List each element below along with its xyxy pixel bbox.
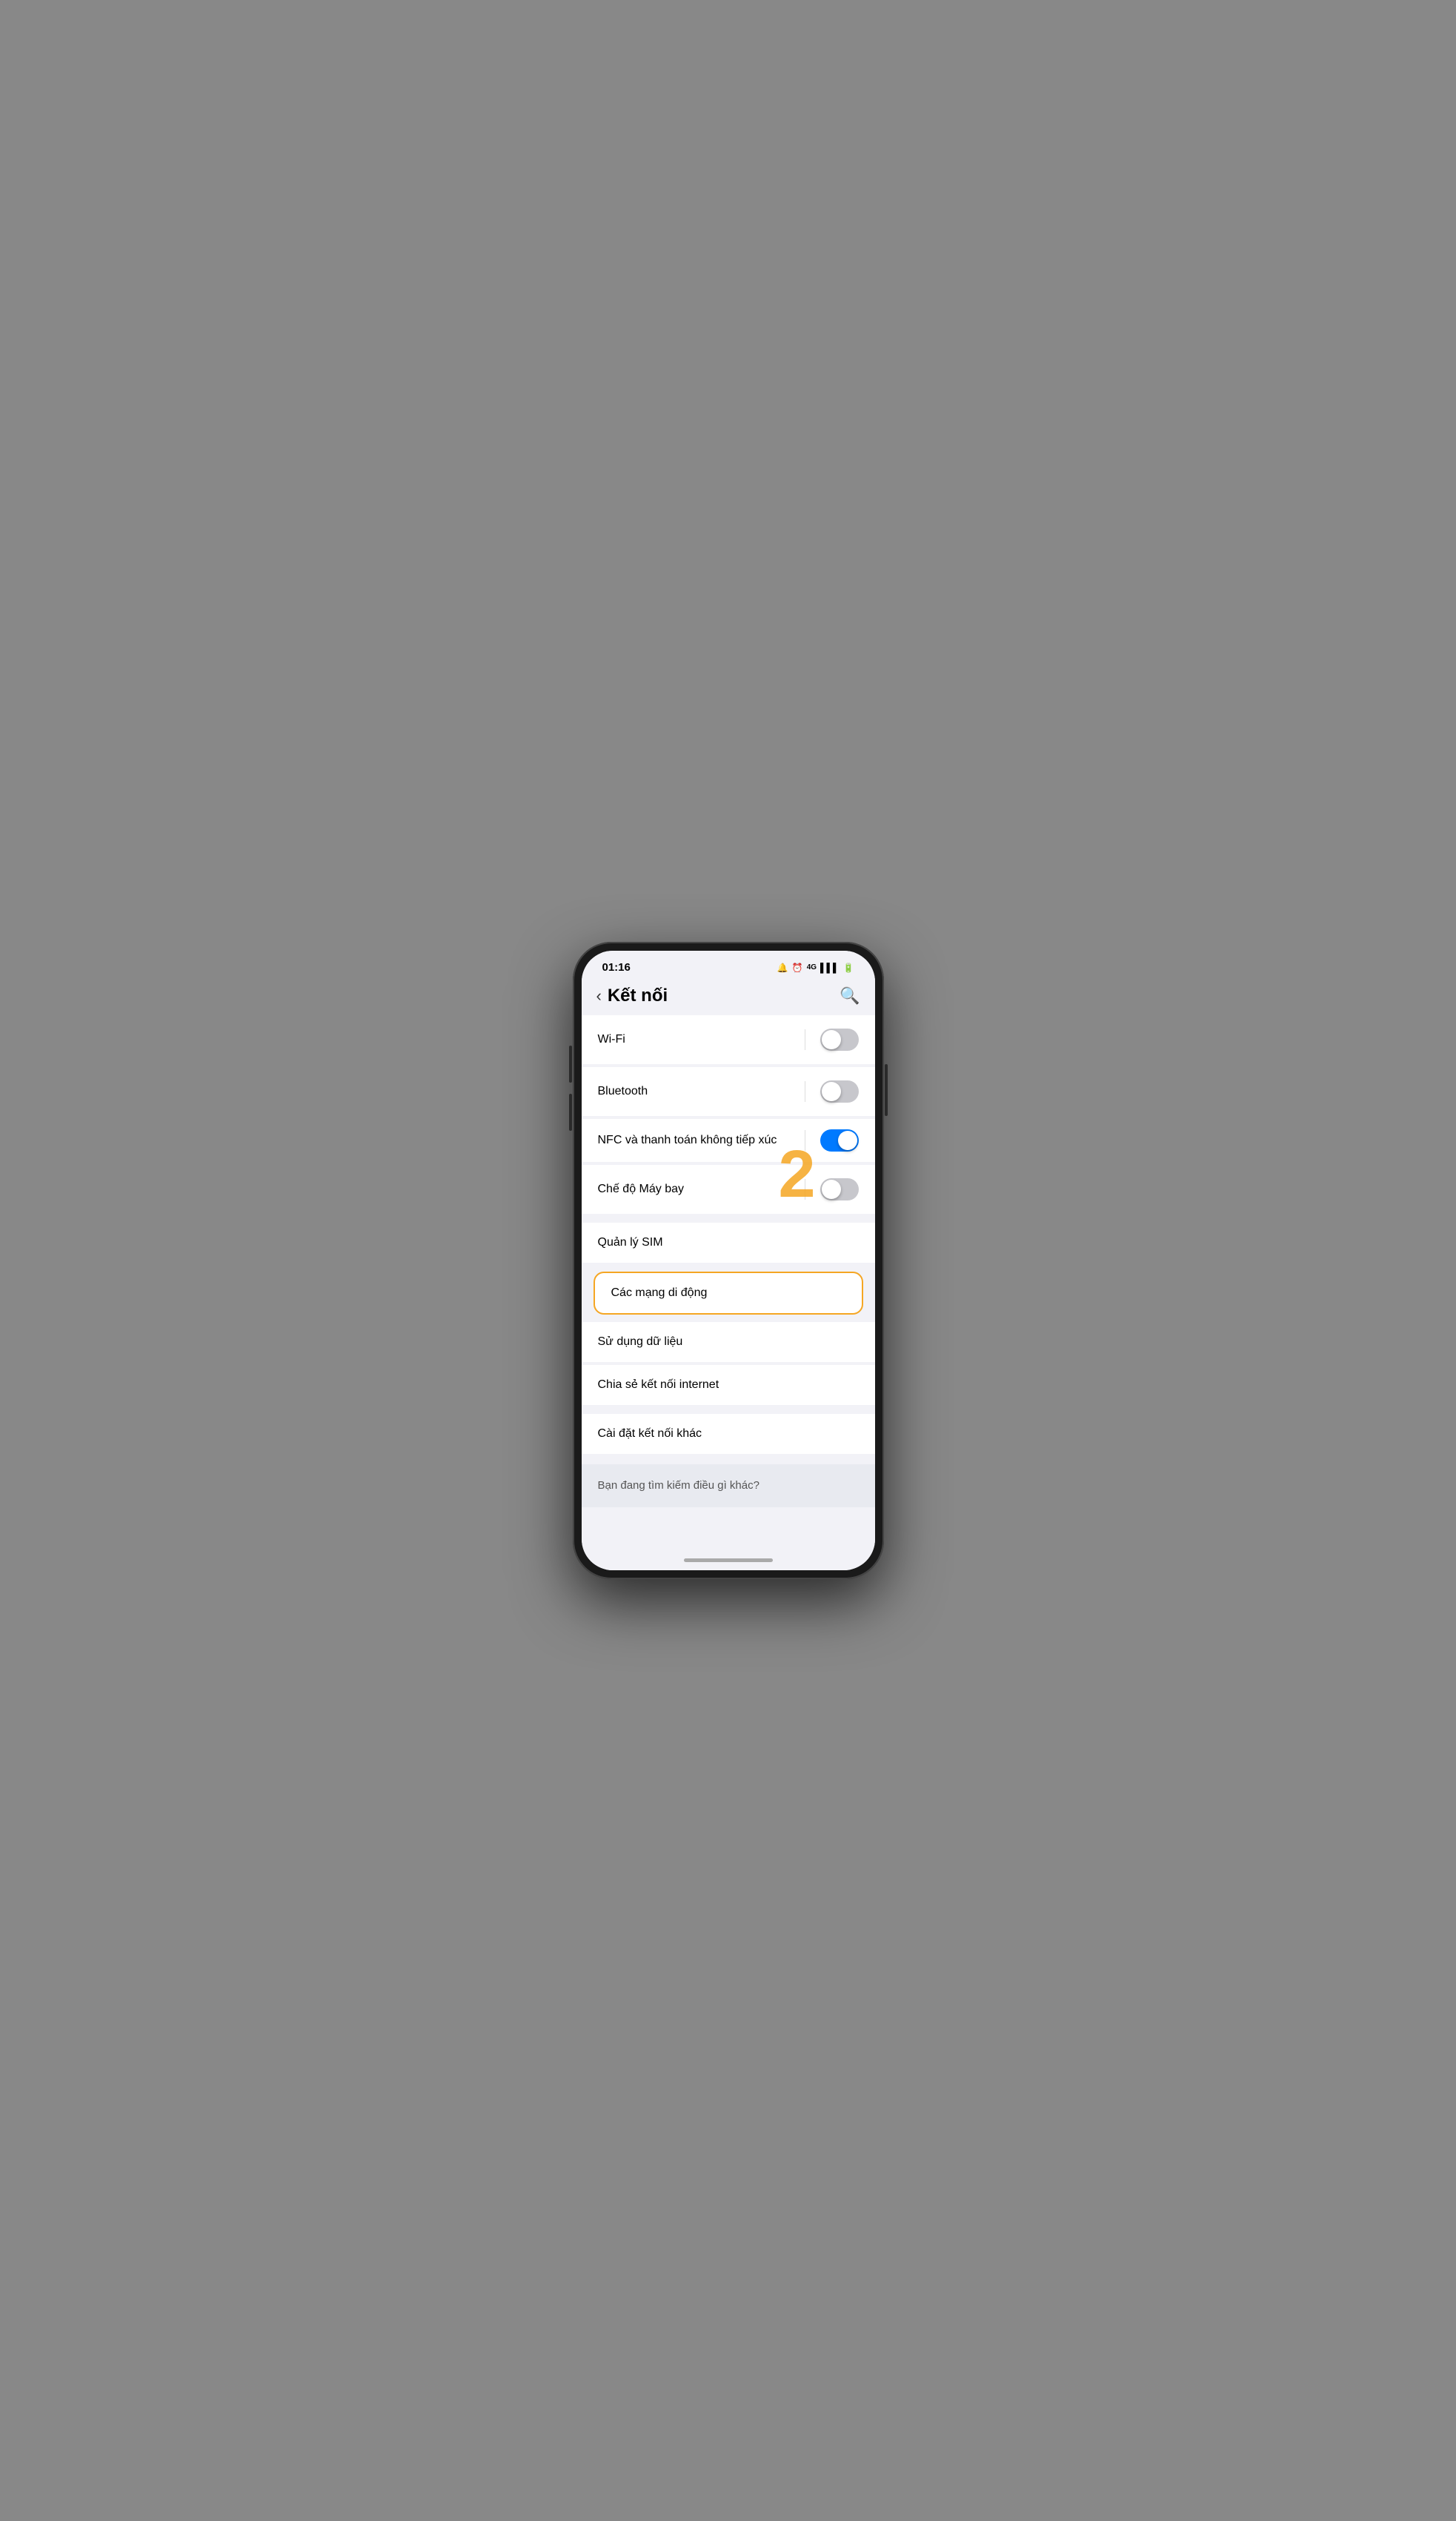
status-bar: 01:16 🔔 ⏰ 4G ▌▌▌ 🔋 xyxy=(582,951,875,978)
bluetooth-label: Bluetooth xyxy=(598,1085,805,1098)
wifi-label: Wi-Fi xyxy=(598,1033,805,1046)
more-settings-label: Cài đặt kết nối khác xyxy=(598,1427,859,1441)
page-title: Kết nối xyxy=(608,986,668,1006)
volume-down-button[interactable] xyxy=(569,1094,572,1131)
header-bar: ‹ Kết nối 🔍 xyxy=(582,978,875,1015)
search-button[interactable]: 🔍 xyxy=(840,986,860,1006)
status-icons: 🔔 ⏰ 4G ▌▌▌ 🔋 xyxy=(777,963,854,973)
wifi-toggle-area xyxy=(805,1029,859,1051)
airplane-item[interactable]: Chế độ Máy bay xyxy=(582,1165,875,1214)
back-button[interactable]: ‹ xyxy=(596,986,602,1006)
gap-1 xyxy=(582,1215,875,1223)
phone-frame: 01:16 🔔 ⏰ 4G ▌▌▌ 🔋 ‹ Kết nối 🔍 Wi-Fi xyxy=(573,942,884,1579)
wifi-toggle-thumb xyxy=(822,1030,841,1049)
status-time: 01:16 xyxy=(602,961,631,974)
mobile-networks-item[interactable]: Các mạng di động xyxy=(595,1273,862,1313)
battery-icon: 🔋 xyxy=(843,963,854,973)
hotspot-item[interactable]: Chia sẻ kết nối internet xyxy=(582,1365,875,1405)
wifi-item[interactable]: Wi-Fi xyxy=(582,1015,875,1064)
wifi-section: Wi-Fi xyxy=(582,1015,875,1064)
data-usage-section: Sử dụng dữ liệu xyxy=(582,1322,875,1362)
bluetooth-toggle-area xyxy=(805,1080,859,1103)
nfc-section: NFC và thanh toán không tiếp xúc xyxy=(582,1119,875,1162)
bluetooth-toggle[interactable] xyxy=(820,1080,859,1103)
nfc-label: NFC và thanh toán không tiếp xúc xyxy=(598,1132,805,1149)
home-indicator xyxy=(582,1550,875,1570)
mobile-networks-highlighted: Các mạng di động xyxy=(594,1272,863,1315)
phone-screen: 01:16 🔔 ⏰ 4G ▌▌▌ 🔋 ‹ Kết nối 🔍 Wi-Fi xyxy=(582,951,875,1570)
notification-icon: 🔔 xyxy=(777,963,788,973)
sim-item[interactable]: Quản lý SIM xyxy=(582,1223,875,1263)
nfc-toggle-thumb xyxy=(838,1131,857,1150)
header-left: ‹ Kết nối xyxy=(596,986,668,1006)
signal-icon: ▌▌▌ xyxy=(820,963,840,973)
network-type-icon: 4G xyxy=(807,963,817,971)
power-button[interactable] xyxy=(885,1064,888,1116)
alarm-icon: ⏰ xyxy=(792,963,803,973)
gap-3 xyxy=(582,1455,875,1463)
data-usage-item[interactable]: Sử dụng dữ liệu xyxy=(582,1322,875,1362)
nfc-item[interactable]: NFC và thanh toán không tiếp xúc xyxy=(582,1119,875,1162)
bluetooth-toggle-thumb xyxy=(822,1082,841,1101)
highlighted-wrapper: Các mạng di động xyxy=(582,1266,875,1321)
airplane-label: Chế độ Máy bay xyxy=(598,1183,805,1196)
hotspot-label: Chia sẻ kết nối internet xyxy=(598,1378,859,1392)
airplane-toggle[interactable] xyxy=(820,1178,859,1200)
nfc-toggle-area xyxy=(805,1129,859,1152)
footer-section[interactable]: Bạn đang tìm kiếm điều gì khác? xyxy=(582,1464,875,1507)
bluetooth-item[interactable]: Bluetooth xyxy=(582,1067,875,1116)
airplane-toggle-area xyxy=(805,1178,859,1200)
sim-section: Quản lý SIM xyxy=(582,1223,875,1263)
airplane-section: Chế độ Máy bay xyxy=(582,1165,875,1214)
data-usage-label: Sử dụng dữ liệu xyxy=(598,1335,859,1349)
footer-text: Bạn đang tìm kiếm điều gì khác? xyxy=(598,1479,759,1492)
sim-label: Quản lý SIM xyxy=(598,1236,859,1249)
hotspot-section: Chia sẻ kết nối internet xyxy=(582,1365,875,1405)
nfc-toggle[interactable] xyxy=(820,1129,859,1152)
volume-up-button[interactable] xyxy=(569,1046,572,1083)
more-settings-section: Cài đặt kết nối khác xyxy=(582,1414,875,1454)
more-settings-item[interactable]: Cài đặt kết nối khác xyxy=(582,1414,875,1454)
settings-list: Wi-Fi Bluetooth xyxy=(582,1015,875,1550)
airplane-toggle-thumb xyxy=(822,1180,841,1199)
gap-2 xyxy=(582,1406,875,1414)
bluetooth-section: Bluetooth xyxy=(582,1067,875,1116)
wifi-toggle[interactable] xyxy=(820,1029,859,1051)
home-bar[interactable] xyxy=(684,1558,773,1562)
mobile-networks-label: Các mạng di động xyxy=(611,1286,845,1300)
